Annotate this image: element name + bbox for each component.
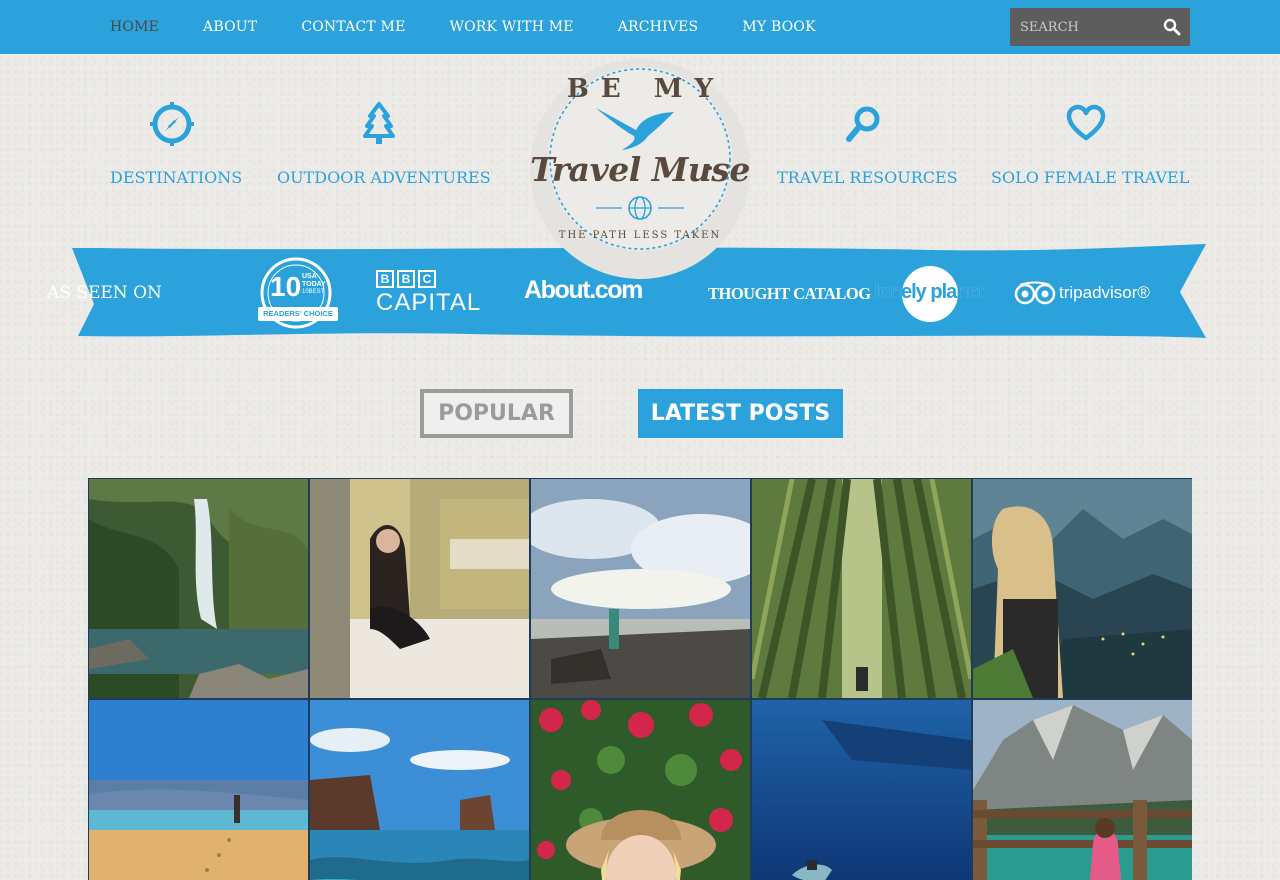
thought-catalog-logo: THOUGHT CATALOG: [708, 284, 871, 303]
post-thumbnail-flowers-hat[interactable]: [531, 700, 750, 880]
tab-popular[interactable]: POPULAR: [420, 389, 573, 438]
search-button[interactable]: [1156, 8, 1188, 46]
usa-today-readers-choice: READERS' CHOICE: [263, 309, 333, 318]
category-label: OUTDOOR ADVENTURES: [277, 168, 491, 187]
waterfall-image: [89, 479, 308, 698]
usa-today-logo: 10 USA TODAY 10BEST READERS' CHOICE: [252, 257, 342, 331]
mountain-view-image: [973, 479, 1192, 698]
nav-item-contact[interactable]: CONTACT ME: [279, 0, 427, 54]
as-seen-on-label: AS SEEN ON: [47, 283, 162, 303]
tripadvisor-logo: tripadvisor®: [1014, 280, 1164, 306]
top-navigation: HOME ABOUT CONTACT ME WORK WITH ME ARCHI…: [0, 0, 1280, 54]
lonely-planet-logo: lonely planet: [872, 265, 992, 323]
sea-cliffs-image: [310, 700, 529, 880]
post-thumbnail-hotel-room[interactable]: [310, 479, 529, 698]
logo-tagline: THE PATH LESS TAKEN: [558, 230, 722, 241]
post-grid: [88, 478, 1192, 880]
beach-shore-image: [531, 479, 750, 698]
search-input[interactable]: [1010, 8, 1156, 46]
usa-today-number: 10: [270, 271, 302, 302]
bamboo-forest-image: [752, 479, 971, 698]
category-solo-female-travel[interactable]: SOLO FEMALE TRAVEL: [991, 98, 1190, 187]
nav-item-work-with-me[interactable]: WORK WITH ME: [428, 0, 596, 54]
alpine-lake-image: [973, 700, 1192, 880]
nav-menu: HOME ABOUT CONTACT ME WORK WITH ME ARCHI…: [88, 0, 838, 54]
bbc-capital-text: CAPITAL: [376, 289, 482, 316]
compass-icon: [150, 102, 194, 146]
tripadvisor-text: tripadvisor®: [1059, 283, 1150, 302]
magnifier-icon: [845, 106, 879, 142]
usa-today-10best: 10BEST: [302, 289, 325, 295]
category-outdoor-adventures[interactable]: OUTDOOR ADVENTURES: [277, 98, 491, 187]
post-thumbnail-sandy-beach[interactable]: [89, 700, 308, 880]
post-thumbnail-sea-cliffs[interactable]: [310, 700, 529, 880]
about-com-logo: About.com: [524, 276, 643, 304]
hotel-room-image: [310, 479, 529, 698]
category-label: SOLO FEMALE TRAVEL: [991, 168, 1190, 187]
logo-travel-muse: Travel Muse: [530, 150, 750, 189]
nav-item-my-book[interactable]: MY BOOK: [720, 0, 837, 54]
sandy-beach-image: [89, 700, 308, 880]
lonely-planet-text: lonely planet: [874, 281, 984, 303]
category-destinations[interactable]: DESTINATIONS: [110, 98, 243, 187]
post-thumbnail-waterfall[interactable]: [89, 479, 308, 698]
site-logo[interactable]: BE MY Travel Muse THE PATH LESS TAKEN: [526, 58, 754, 280]
bbc-box: B: [376, 270, 394, 288]
owl-icon: [1014, 281, 1056, 305]
post-thumbnail-alpine-lake[interactable]: [973, 700, 1192, 880]
usa-today-name: USA TODAY: [302, 273, 326, 288]
magnifier-icon: [1163, 18, 1181, 36]
bbc-box: B: [397, 270, 415, 288]
flowers-hat-image: [531, 700, 750, 880]
tab-latest-posts[interactable]: LATEST POSTS: [638, 389, 843, 438]
post-thumbnail-underwater-swim[interactable]: [752, 700, 971, 880]
category-travel-resources[interactable]: TRAVEL RESOURCES: [777, 98, 958, 187]
nav-item-archives[interactable]: ARCHIVES: [596, 0, 721, 54]
post-thumbnail-mountain-view[interactable]: [973, 479, 1192, 698]
tree-icon: [363, 102, 395, 144]
underwater-swim-image: [752, 700, 971, 880]
nav-item-about[interactable]: ABOUT: [181, 0, 279, 54]
heart-icon: [1066, 104, 1105, 141]
category-label: TRAVEL RESOURCES: [777, 168, 958, 187]
nav-item-home[interactable]: HOME: [88, 0, 181, 54]
logo-be-my: BE MY: [566, 74, 726, 104]
bbc-box: C: [418, 270, 436, 288]
search-box: [1010, 8, 1190, 46]
bbc-capital-logo: B B C CAPITAL: [376, 270, 492, 318]
category-label: DESTINATIONS: [110, 168, 243, 187]
post-thumbnail-bamboo-forest[interactable]: [752, 479, 971, 698]
post-thumbnail-beach-shore[interactable]: [531, 479, 750, 698]
